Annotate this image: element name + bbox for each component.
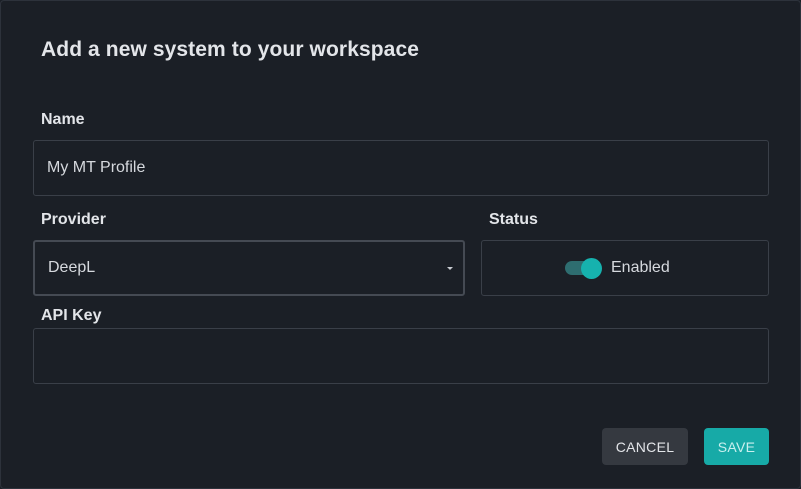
name-label: Name (41, 111, 85, 128)
status-toggle-label: Enabled (611, 259, 670, 276)
dialog-title: Add a new system to your workspace (41, 38, 420, 61)
save-button[interactable]: SAVE (704, 428, 769, 465)
cancel-button[interactable]: CANCEL (602, 428, 688, 465)
add-system-dialog: Add a new system to your workspace Name … (0, 0, 801, 489)
toggle-knob (581, 258, 602, 279)
status-label: Status (489, 211, 538, 228)
chevron-down-icon (447, 267, 453, 270)
name-input-value: My MT Profile (47, 159, 146, 176)
name-input[interactable]: My MT Profile (33, 140, 769, 196)
api-key-label: API Key (41, 307, 102, 324)
provider-select[interactable]: DeepL (33, 240, 465, 296)
provider-label: Provider (41, 211, 106, 228)
api-key-input[interactable] (33, 328, 769, 384)
status-toggle-group: Enabled (565, 258, 670, 279)
provider-select-value: DeepL (48, 259, 96, 276)
status-toggle[interactable] (565, 258, 602, 279)
status-field: Enabled (481, 240, 769, 296)
